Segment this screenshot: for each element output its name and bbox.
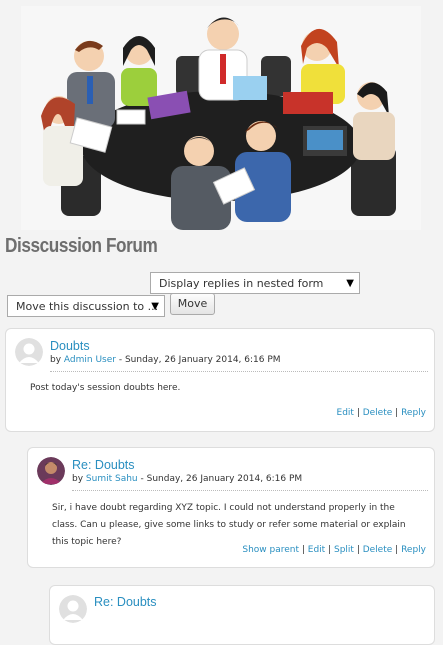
banner-image — [21, 6, 421, 230]
by-label: by — [50, 355, 62, 365]
forum-post: Re: Doubts — [49, 585, 435, 645]
default-user-icon[interactable] — [59, 595, 87, 623]
dropdown-arrow-icon: ▼ — [346, 278, 354, 289]
edit-link[interactable]: Edit — [337, 408, 354, 418]
display-mode-select[interactable]: Display replies in nested form ▼ — [150, 272, 360, 294]
show-parent-link[interactable]: Show parent — [242, 545, 299, 555]
edit-link[interactable]: Edit — [308, 545, 325, 555]
post-commands: Show parent | Edit | Split | Delete | Re… — [242, 545, 426, 555]
forum-post: Doubts by Admin User - Sunday, 26 Januar… — [5, 328, 435, 432]
page-title: Disscussion Forum — [5, 235, 158, 257]
post-byline: by Sumit Sahu - Sunday, 26 January 2014,… — [72, 474, 302, 484]
post-date: - Sunday, 26 January 2014, 6:16 PM — [115, 355, 281, 365]
post-message: Sir, i have doubt regarding XYZ topic. I… — [52, 503, 406, 547]
reply-link[interactable]: Reply — [401, 545, 426, 555]
split-link[interactable]: Split — [334, 545, 354, 555]
display-mode-value: Display replies in nested form — [159, 277, 324, 290]
default-user-icon[interactable] — [15, 338, 43, 366]
dropdown-arrow-icon: ▼ — [151, 301, 159, 312]
forum-post: Re: Doubts by Sumit Sahu - Sunday, 26 Ja… — [27, 447, 435, 568]
post-subject[interactable]: Doubts — [50, 339, 90, 353]
delete-link[interactable]: Delete — [363, 545, 393, 555]
delete-link[interactable]: Delete — [363, 408, 393, 418]
by-label: by — [72, 474, 84, 484]
author-link[interactable]: Sumit Sahu — [86, 474, 138, 484]
move-discussion-value: Move this discussion to ... — [16, 300, 159, 313]
post-byline: by Admin User - Sunday, 26 January 2014,… — [50, 355, 281, 365]
move-button[interactable]: Move — [170, 293, 215, 315]
post-message: Post today's session doubts here. — [30, 383, 181, 393]
post-subject[interactable]: Re: Doubts — [72, 458, 135, 472]
user-photo-icon[interactable] — [37, 457, 65, 485]
post-commands: Edit | Delete | Reply — [336, 408, 426, 418]
post-subject[interactable]: Re: Doubts — [94, 595, 157, 609]
move-discussion-select[interactable]: Move this discussion to ... ▼ — [7, 295, 165, 317]
reply-link[interactable]: Reply — [401, 408, 426, 418]
divider — [72, 490, 428, 491]
author-link[interactable]: Admin User — [64, 355, 116, 365]
post-date: - Sunday, 26 January 2014, 6:16 PM — [137, 474, 303, 484]
divider — [50, 371, 428, 372]
